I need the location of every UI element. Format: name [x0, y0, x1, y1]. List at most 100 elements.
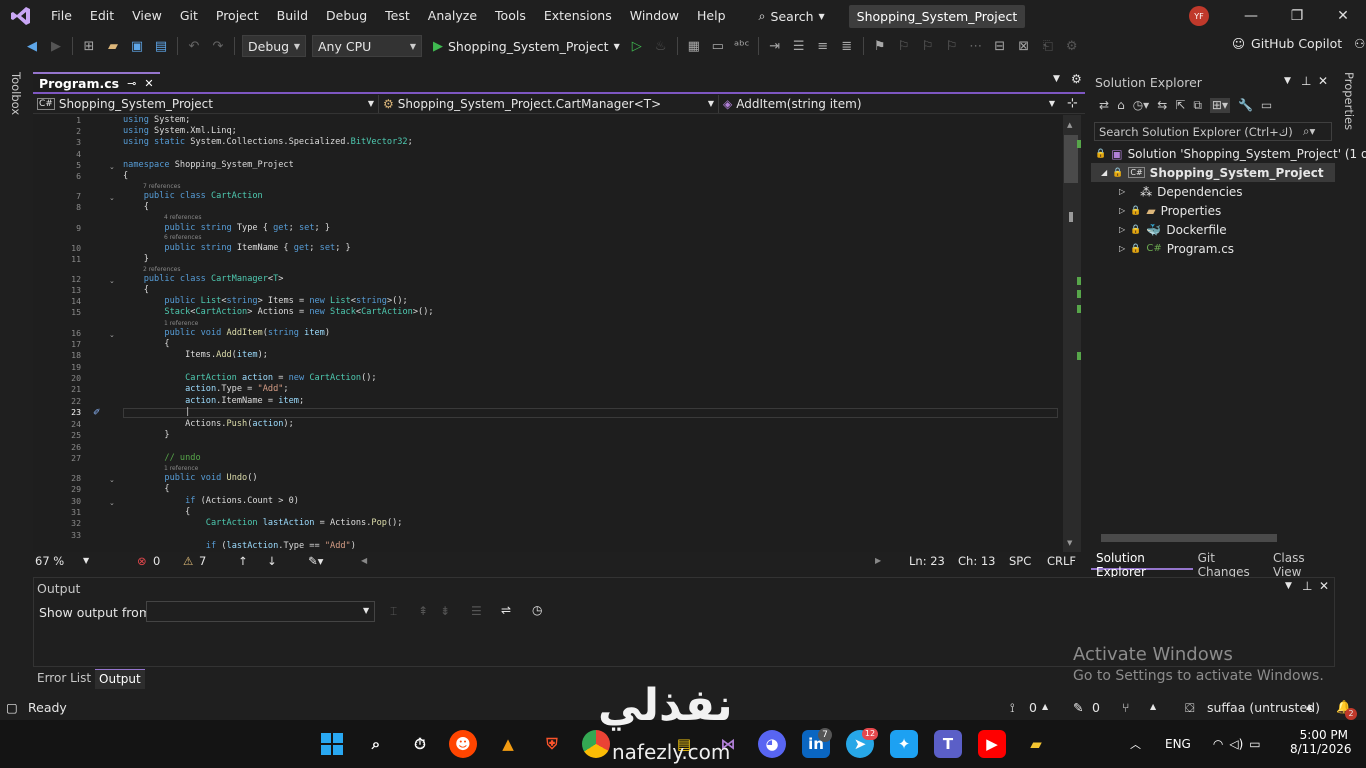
- platform-select[interactable]: Any CPU ▼: [312, 35, 422, 57]
- brush-icon[interactable]: ✎▾: [308, 552, 323, 570]
- vlc-icon[interactable]: ▲: [494, 730, 522, 758]
- menu-edit[interactable]: Edit: [81, 0, 123, 32]
- wrench-icon[interactable]: 🔧: [1238, 98, 1253, 113]
- prev-message-icon[interactable]: ⇞: [418, 604, 428, 618]
- split-icon[interactable]: ⊹: [1067, 96, 1078, 111]
- collapse-icon[interactable]: ⌄: [109, 499, 115, 507]
- undo-icon[interactable]: ↶: [183, 35, 205, 57]
- scroll-up-icon[interactable]: ▲: [1067, 121, 1072, 129]
- edit-count[interactable]: 0: [1092, 700, 1100, 715]
- clear-all-icon[interactable]: ☰: [471, 604, 482, 618]
- collapse-icon[interactable]: ⌄: [109, 163, 115, 171]
- error-count[interactable]: 0: [153, 552, 160, 570]
- collapse-icon[interactable]: ⌄: [109, 331, 115, 339]
- chevron-up-icon[interactable]: ▲: [1042, 702, 1048, 711]
- bookmark-clear-icon[interactable]: ⚐: [941, 35, 963, 57]
- line-indicator[interactable]: Ln: 23: [909, 552, 945, 570]
- menu-analyze[interactable]: Analyze: [419, 0, 486, 32]
- timestamp-icon[interactable]: ◷: [532, 603, 542, 617]
- close-icon[interactable]: ✕: [1319, 579, 1329, 593]
- battery-icon[interactable]: ▭: [1249, 737, 1260, 751]
- reference-lens[interactable]: 1 reference: [164, 465, 198, 472]
- arrow-down-icon[interactable]: ↓: [267, 552, 277, 570]
- minimize-button[interactable]: —: [1228, 0, 1274, 32]
- collapse-all-icon[interactable]: ⇱: [1175, 98, 1185, 113]
- menu-test[interactable]: Test: [376, 0, 419, 32]
- chevron-down-icon[interactable]: ▼: [83, 552, 89, 570]
- back-icon[interactable]: ◀: [21, 35, 43, 57]
- configuration-select[interactable]: Debug ▼: [242, 35, 306, 57]
- menu-file[interactable]: File: [42, 0, 81, 32]
- menu-debug[interactable]: Debug: [317, 0, 376, 32]
- menu-help[interactable]: Help: [688, 0, 735, 32]
- layout-icon[interactable]: ▭: [707, 35, 729, 57]
- spell-check-icon[interactable]: ᵃᵇᶜ: [731, 35, 753, 57]
- github-copilot-button[interactable]: ☺ GitHub Copilot ⚇: [1232, 36, 1365, 51]
- reference-lens[interactable]: 2 references: [143, 266, 181, 273]
- warning-count[interactable]: 7: [199, 552, 206, 570]
- warning-icon[interactable]: ⚠: [183, 552, 193, 570]
- save-icon[interactable]: ▣: [126, 35, 148, 57]
- comment-icon[interactable]: ⋯: [965, 35, 987, 57]
- clean-icon[interactable]: ⎗: [1037, 35, 1059, 57]
- close-icon[interactable]: ✕: [1318, 74, 1328, 88]
- branch-icon[interactable]: ⛋: [1185, 700, 1195, 716]
- show-all-files-icon[interactable]: ⧉: [1193, 98, 1202, 113]
- start-without-debugging-icon[interactable]: ▷: [626, 35, 648, 57]
- tree-item-program-cs[interactable]: ▷ 🔒 C# Program.cs: [1119, 239, 1234, 258]
- project-dropdown[interactable]: C# Shopping_System_Project ▼: [33, 94, 379, 113]
- brave-browser-icon[interactable]: ⛨: [538, 730, 566, 758]
- error-icon[interactable]: ⊗: [137, 552, 147, 570]
- branch-label[interactable]: suffaa (untrusted): [1207, 700, 1320, 715]
- new-project-icon[interactable]: ⊞: [78, 35, 100, 57]
- bookmark-next-icon[interactable]: ⚐: [917, 35, 939, 57]
- tab-error-list[interactable]: Error List: [33, 669, 95, 689]
- clock[interactable]: 5:00 PM 8/11/2026: [1290, 728, 1352, 756]
- pin-icon[interactable]: ⊥: [1302, 579, 1312, 593]
- menu-tools[interactable]: Tools: [486, 0, 535, 32]
- toolbox-tab[interactable]: Toolbox: [9, 72, 23, 115]
- horizontal-scrollbar[interactable]: [1101, 534, 1277, 542]
- maximize-button[interactable]: ❐: [1274, 0, 1320, 32]
- tree-item-dependencies[interactable]: ▷ ⁂ Dependencies: [1119, 182, 1243, 201]
- tree-item-project[interactable]: ◢ 🔒 C# Shopping_System_Project: [1091, 163, 1335, 182]
- pencil-icon[interactable]: ✎: [1073, 700, 1083, 715]
- visual-studio-logo-icon[interactable]: [0, 0, 42, 32]
- build-icon[interactable]: ⊟: [989, 35, 1011, 57]
- line-ending-indicator[interactable]: CRLF: [1047, 552, 1076, 570]
- teams-icon[interactable]: T: [934, 730, 962, 758]
- output-window-icon[interactable]: ▢: [6, 700, 18, 715]
- bookmark-icon[interactable]: ⚑: [869, 35, 891, 57]
- collapse-icon[interactable]: ⌄: [109, 277, 115, 285]
- chevron-up-icon[interactable]: ︿: [1130, 736, 1141, 752]
- solution-search-input[interactable]: Search Solution Explorer (Ctrl+ك) ⌕▾: [1094, 122, 1332, 141]
- discord-icon[interactable]: ◕: [758, 730, 786, 758]
- member-dropdown[interactable]: ◈ AddItem(string item) ▼: [719, 95, 1059, 113]
- indent-icon[interactable]: ≡: [812, 35, 834, 57]
- tree-item-dockerfile[interactable]: ▷ 🔒 🐳 Dockerfile: [1119, 220, 1227, 239]
- scroll-right-icon[interactable]: ▶: [875, 552, 881, 570]
- collapse-icon[interactable]: ⌄: [109, 476, 115, 484]
- tools-icon[interactable]: ⚙: [1061, 35, 1083, 57]
- properties-tab[interactable]: Properties: [1342, 72, 1356, 130]
- forward-icon[interactable]: ▶: [45, 35, 67, 57]
- sync-icon[interactable]: ⇆: [1157, 98, 1167, 113]
- tree-item-solution[interactable]: 🔒 ▣ Solution 'Shopping_System_Project' (…: [1095, 144, 1366, 163]
- open-folder-icon[interactable]: ▰: [102, 35, 124, 57]
- next-message-icon[interactable]: ⇟: [440, 604, 450, 618]
- preview-icon[interactable]: ▭: [1261, 98, 1272, 113]
- reference-lens[interactable]: 6 references: [164, 234, 202, 241]
- quick-actions-icon[interactable]: ✐: [93, 408, 101, 418]
- youtube-icon[interactable]: ▶: [978, 730, 1006, 758]
- pending-changes-icon[interactable]: ◷▾: [1133, 98, 1150, 113]
- menu-git[interactable]: Git: [171, 0, 207, 32]
- menu-window[interactable]: Window: [621, 0, 688, 32]
- arrow-up-icon[interactable]: ↑: [238, 552, 248, 570]
- switch-views-icon[interactable]: ⇄: [1099, 98, 1109, 113]
- save-all-icon[interactable]: ▤: [150, 35, 172, 57]
- filter-icon[interactable]: ⊞▾: [1209, 98, 1230, 113]
- menu-project[interactable]: Project: [207, 0, 268, 32]
- collapse-icon[interactable]: ⌄: [109, 194, 115, 202]
- tab-program-cs[interactable]: Program.cs ⊸ ✕: [33, 72, 160, 92]
- home-icon[interactable]: ⌂: [1117, 98, 1125, 113]
